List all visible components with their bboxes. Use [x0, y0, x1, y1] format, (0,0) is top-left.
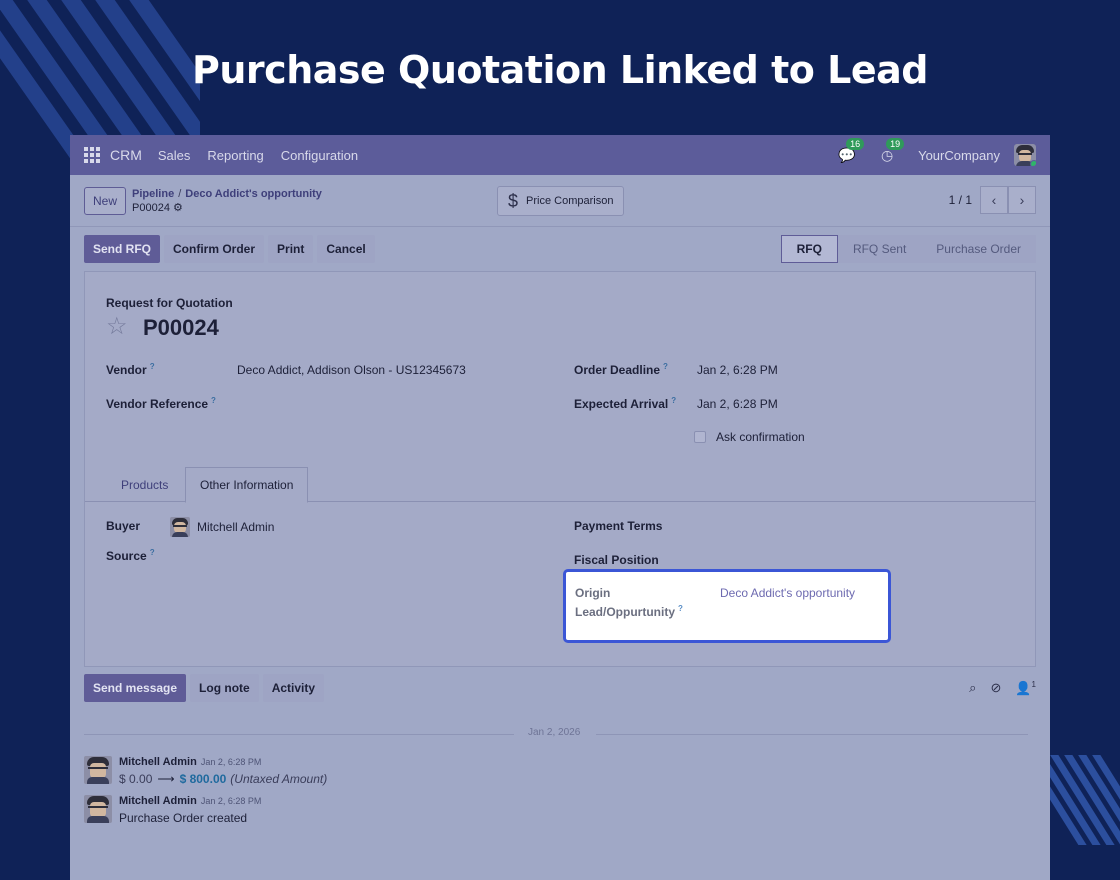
price-comparison-button[interactable]: $ Price Comparison	[497, 186, 625, 216]
log-note-button[interactable]: Log note	[190, 674, 259, 702]
expected-arrival-field[interactable]: Jan 2, 6:28 PM	[697, 397, 778, 411]
help-icon: ?	[211, 396, 216, 405]
ask-confirmation-checkbox[interactable]	[694, 431, 706, 443]
order-deadline-label: Order Deadline?	[574, 362, 668, 377]
help-icon: ?	[678, 604, 683, 613]
tab-products[interactable]: Products	[107, 467, 182, 502]
menu-item-sales[interactable]: Sales	[158, 148, 191, 163]
clock-icon[interactable]: ◷ 19	[878, 138, 905, 164]
print-button[interactable]: Print	[268, 235, 314, 263]
stage-rfq-sent[interactable]: RFQ Sent	[837, 235, 922, 263]
author-avatar[interactable]	[84, 795, 112, 823]
stage-purchase-order[interactable]: Purchase Order	[921, 235, 1036, 263]
buyer-field[interactable]: Mitchell Admin	[197, 520, 274, 534]
form-sheet: Request for Quotation ☆ P00024 Vendor? D…	[84, 271, 1036, 667]
tab-other-information[interactable]: Other Information	[185, 467, 309, 503]
vendor-reference-label: Vendor Reference?	[106, 396, 216, 411]
ask-confirmation-label: Ask confirmation	[716, 430, 805, 444]
chatter-toolbar: Send message Log note Activity ⌕ ⊘ 👤1	[84, 673, 1036, 703]
menu-item-reporting[interactable]: Reporting	[207, 148, 263, 163]
company-switcher[interactable]: YourCompany	[918, 148, 1000, 163]
help-icon: ?	[671, 396, 677, 405]
chatter-icons: ⌕ ⊘ 👤1	[955, 680, 1036, 696]
fiscal-position-label: Fiscal Position	[574, 553, 659, 567]
chevron-right-icon[interactable]: ›	[1008, 186, 1036, 214]
search-icon[interactable]: ⌕	[969, 680, 976, 696]
message-author[interactable]: Mitchell Admin Jan 2, 6:28 PM	[119, 795, 261, 807]
chevron-left-icon[interactable]: ‹	[980, 186, 1008, 214]
confirm-order-button[interactable]: Confirm Order	[164, 235, 265, 263]
message-time: Jan 2, 6:28 PM	[200, 757, 262, 767]
send-rfq-button[interactable]: Send RFQ	[84, 235, 161, 263]
control-panel: New Pipeline / Deco Addict's opportunity P…	[70, 175, 1050, 227]
breadcrumb-current: P00024	[132, 201, 170, 214]
document-number: P00024	[143, 315, 219, 340]
menu-item-configuration[interactable]: Configuration	[281, 148, 358, 163]
message-body: Purchase Order created	[119, 811, 248, 825]
pager: 1 / 1 ‹ ›	[949, 186, 1036, 214]
buyer-label: Buyer	[106, 519, 141, 533]
chat-icon[interactable]: 💬 16	[838, 138, 865, 164]
paperclip-icon[interactable]: ⊘	[990, 680, 1001, 696]
breadcrumb: Pipeline / Deco Addict's opportunity P0002…	[132, 187, 322, 215]
breadcrumb-opportunity[interactable]: Deco Addict's opportunity	[185, 188, 322, 200]
cancel-button[interactable]: Cancel	[317, 235, 375, 263]
arrow-right-icon: ⟶	[157, 772, 175, 786]
origin-highlight-box: Origin Deco Addict's opportunity Lead/Op…	[563, 569, 891, 643]
price-comparison-label: Price Comparison	[526, 195, 614, 207]
activity-button[interactable]: Activity	[262, 674, 325, 702]
send-message-button[interactable]: Send message	[84, 674, 187, 702]
odoo-app-window: CRM Sales Reporting Configuration 💬 16 ◷ 1…	[70, 135, 1050, 880]
top-navbar: CRM Sales Reporting Configuration 💬 16 ◷ 1…	[70, 135, 1050, 175]
decorative-stripes-bottom-right	[1048, 755, 1120, 845]
date-separator: Jan 2, 2026	[84, 727, 1028, 741]
help-icon: ?	[149, 362, 155, 371]
payment-terms-label: Payment Terms	[574, 519, 663, 533]
order-deadline-field[interactable]: Jan 2, 6:28 PM	[697, 363, 778, 377]
messages-badge: 16	[846, 138, 865, 150]
separator-line	[84, 734, 514, 735]
author-avatar[interactable]	[84, 756, 112, 784]
hero-title: Purchase Quotation Linked to Lead	[192, 48, 928, 92]
origin-label: Origin	[575, 586, 611, 600]
star-icon[interactable]: ☆	[106, 312, 128, 341]
expected-arrival-label: Expected Arrival?	[574, 396, 677, 411]
message-author[interactable]: Mitchell Admin Jan 2, 6:28 PM	[119, 756, 261, 768]
new-button[interactable]: New	[84, 186, 127, 215]
help-icon: ?	[663, 362, 668, 371]
action-bar: Send RFQ Confirm Order Print Cancel RFQ …	[70, 227, 1050, 271]
stage-rfq[interactable]: RFQ	[780, 235, 838, 263]
dollar-icon: $	[508, 190, 519, 211]
status-bar: RFQ RFQ Sent Purchase Order	[780, 235, 1036, 263]
help-icon: ?	[149, 548, 155, 557]
user-avatar[interactable]	[1014, 144, 1036, 166]
vendor-field[interactable]: Deco Addict, Addison Olson - US12345673	[237, 363, 466, 377]
app-brand[interactable]: CRM	[110, 147, 142, 163]
date-label: Jan 2, 2026	[528, 727, 581, 738]
followers-count: 1	[1031, 679, 1036, 689]
document-type: Request for Quotation	[106, 296, 233, 310]
pager-value[interactable]: 1 / 1	[949, 193, 972, 207]
activities-badge: 19	[886, 138, 905, 150]
source-label: Source?	[106, 548, 155, 563]
separator-line	[596, 734, 1028, 735]
apps-grid-icon[interactable]	[84, 147, 100, 163]
online-status-icon	[1030, 160, 1036, 166]
vendor-label: Vendor?	[106, 362, 155, 377]
notebook-tabs: Products Other Information	[85, 467, 1035, 503]
breadcrumb-separator: /	[178, 187, 182, 200]
breadcrumb-pipeline[interactable]: Pipeline	[132, 188, 174, 200]
buyer-avatar	[170, 517, 190, 537]
message-time: Jan 2, 6:28 PM	[200, 796, 262, 806]
message-body: $ 0.00 ⟶ $ 800.00 (Untaxed Amount)	[119, 772, 328, 786]
gear-icon[interactable]: ⚙	[173, 202, 183, 214]
followers-icon[interactable]: 👤1	[1015, 680, 1036, 696]
lead-opportunity-label: Lead/Oppurtunity?	[575, 604, 683, 619]
origin-field[interactable]: Deco Addict's opportunity	[720, 586, 855, 600]
